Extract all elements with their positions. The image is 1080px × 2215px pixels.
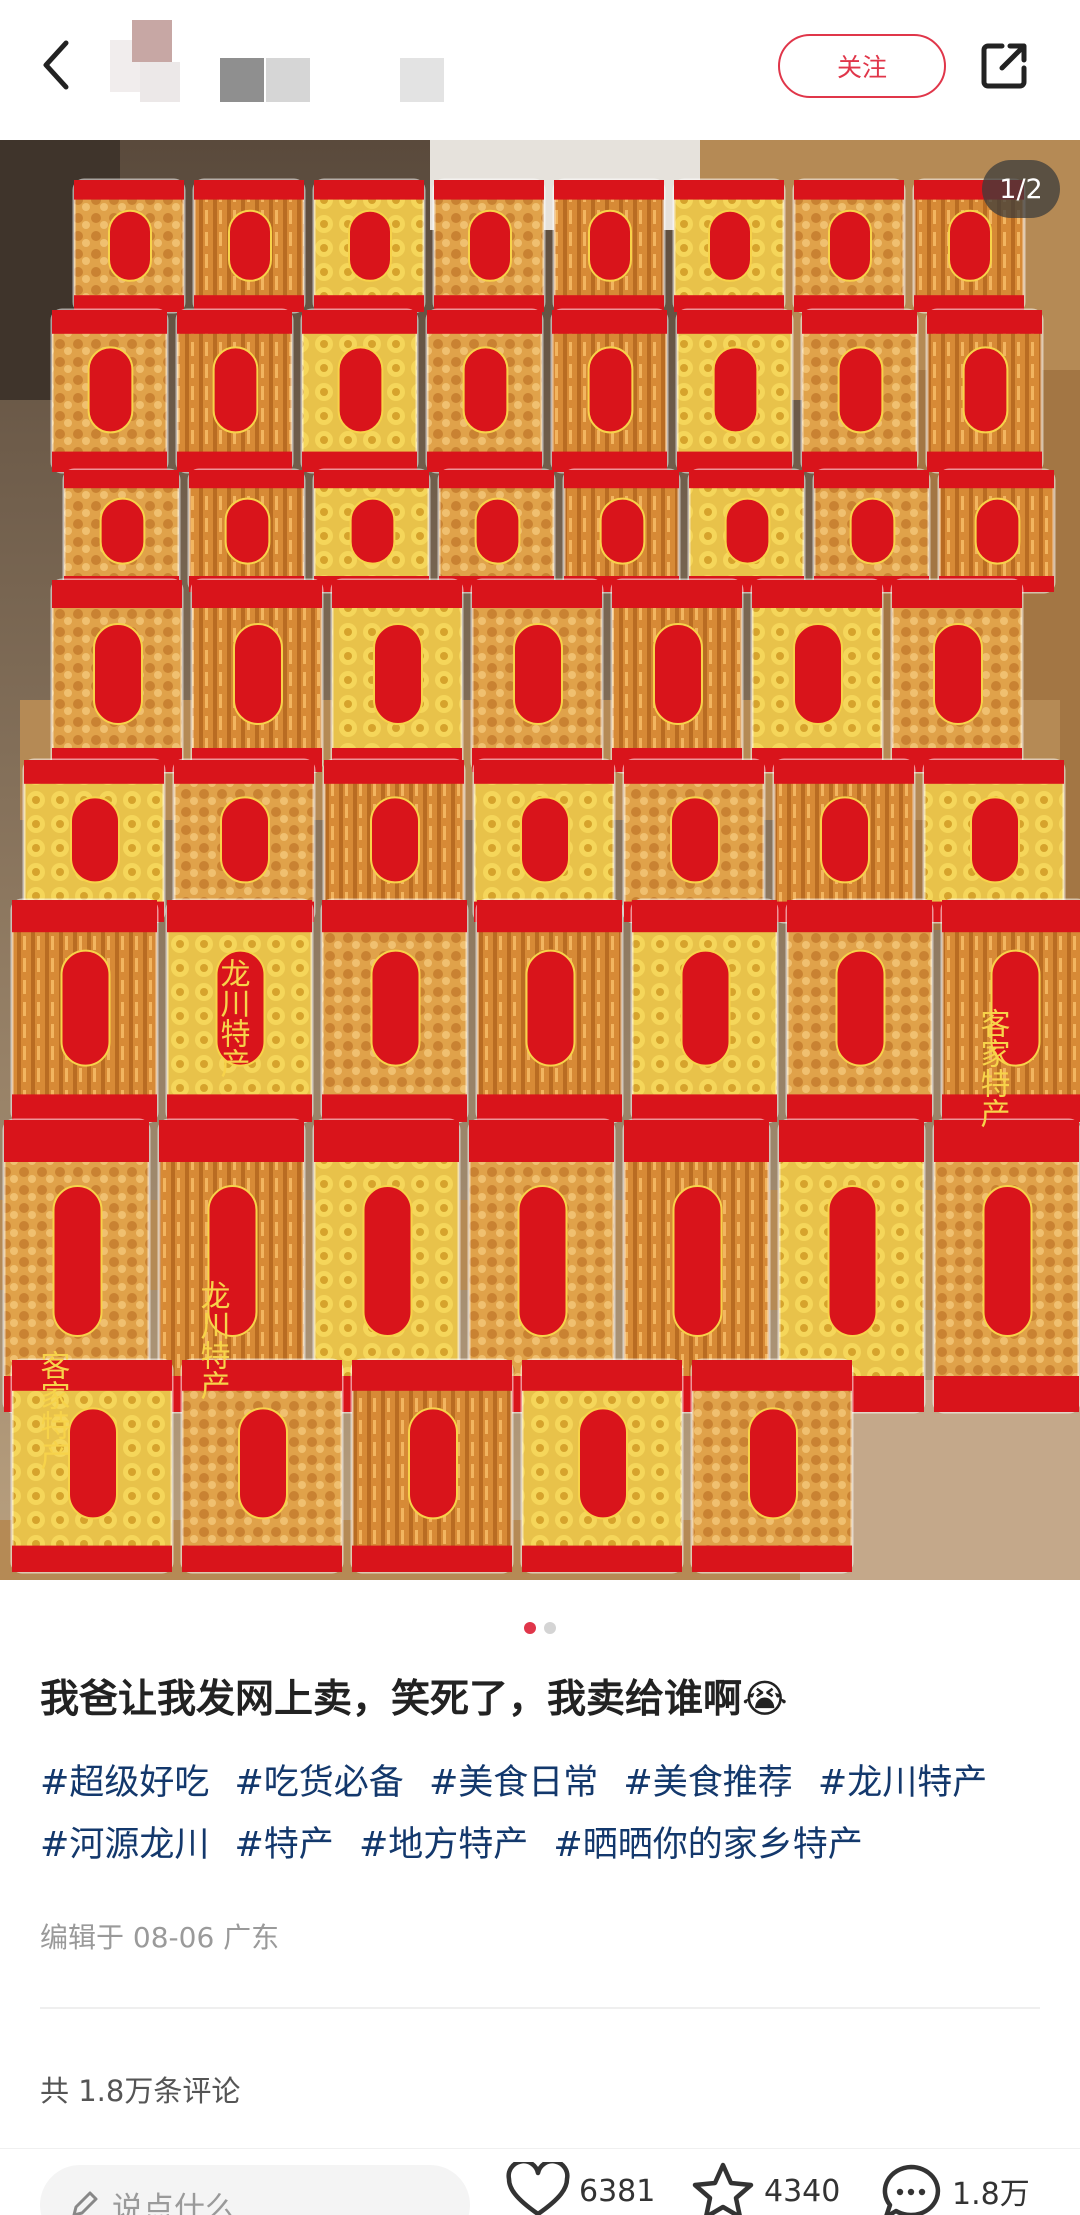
- snack-bag: [940, 898, 1080, 1124]
- snack-bag: [672, 178, 786, 314]
- snack-bag: [350, 1358, 514, 1574]
- tag-link[interactable]: #晒晒你的家乡特产: [553, 1825, 862, 1865]
- snack-bag: [772, 758, 916, 924]
- gallery-dot[interactable]: [544, 1622, 556, 1634]
- page-indicator: 1/2: [982, 160, 1060, 218]
- snack-bag: [675, 308, 794, 474]
- snack-bag: [50, 308, 169, 474]
- snack-bag: [562, 468, 681, 594]
- snack-bag: [925, 308, 1044, 474]
- author-info[interactable]: [110, 20, 460, 110]
- comment-bubble-icon: [882, 2164, 941, 2215]
- snack-bag: [312, 178, 426, 314]
- tag-link[interactable]: #吃货必备: [234, 1763, 403, 1803]
- comment-input[interactable]: 说点什么...: [40, 2165, 470, 2215]
- snack-bag: [320, 898, 469, 1124]
- like-button[interactable]: 6381: [505, 2161, 655, 2215]
- snack-bag: [187, 468, 306, 594]
- snack-bag: [812, 468, 931, 594]
- snack-bags-photo: 龙川特产客家特产龙川特产 客家特产: [0, 140, 1080, 1580]
- snack-bag: [800, 308, 919, 474]
- tag-link[interactable]: #超级好吃: [40, 1763, 209, 1803]
- snack-bag: [50, 578, 184, 774]
- author-name-blurred[interactable]: [220, 58, 480, 102]
- snack-bag: [622, 758, 766, 924]
- snack-bag: [550, 308, 669, 474]
- edit-info: 编辑于 08-06 广东: [40, 1921, 280, 1954]
- tag-link[interactable]: #河源龙川: [40, 1825, 209, 1865]
- tag-link[interactable]: #美食日常: [429, 1763, 598, 1803]
- snack-bag: [792, 178, 906, 314]
- snack-bag: [322, 758, 466, 924]
- snack-bag: [472, 758, 616, 924]
- snack-bag: [520, 1358, 684, 1574]
- post-title: 我爸让我发网上卖，笑死了，我卖给谁啊😭: [40, 1677, 788, 1722]
- snack-bag: [10, 898, 159, 1124]
- snack-bag: [690, 1358, 854, 1574]
- snack-bag: [22, 758, 166, 924]
- snack-bag: [190, 578, 324, 774]
- follow-button[interactable]: 关注: [778, 34, 946, 98]
- comment-button[interactable]: 1.8万: [878, 2161, 1030, 2215]
- bag-label-text: 龙川特产: [195, 1280, 231, 1400]
- snack-bag: [922, 758, 1066, 924]
- snack-bag: [937, 468, 1056, 594]
- collect-count: 4340: [764, 2173, 841, 2209]
- tag-link[interactable]: #地方特产: [359, 1825, 528, 1865]
- snack-bag: [890, 578, 1024, 774]
- pen-icon: [68, 2189, 100, 2215]
- tag-link[interactable]: #美食推荐: [623, 1763, 792, 1803]
- collect-button[interactable]: 4340: [690, 2161, 840, 2215]
- tag-link[interactable]: #特产: [234, 1825, 333, 1865]
- snack-bag: [610, 578, 744, 774]
- bag-label-text: 客家特产: [975, 1008, 1010, 1128]
- snack-bag: [687, 468, 806, 594]
- avatar[interactable]: [110, 20, 180, 110]
- gallery-dots: [0, 1622, 1080, 1642]
- back-arrow-icon: [43, 40, 69, 90]
- snack-bag: [475, 898, 624, 1124]
- snack-bag: [630, 898, 779, 1124]
- snack-bag: [330, 578, 464, 774]
- snack-bag: [192, 178, 306, 314]
- comment-count: 共 1.8万条评论: [40, 2074, 241, 2108]
- bag-label-text: 龙川特产: [215, 958, 251, 1078]
- back-button[interactable]: [30, 30, 80, 100]
- comment-count-short: 1.8万: [952, 2177, 1030, 2212]
- tag-link[interactable]: #龙川特产: [818, 1763, 987, 1803]
- gallery-dot-active[interactable]: [524, 1622, 536, 1634]
- snack-bag: [432, 178, 546, 314]
- snack-bag: [425, 308, 544, 474]
- snack-bag: [437, 468, 556, 594]
- snack-bag: [470, 578, 604, 774]
- snack-bag: [72, 178, 186, 314]
- share-icon: [981, 43, 1027, 89]
- comment-input-placeholder: 说点什么...: [112, 2190, 266, 2215]
- snack-bag: [312, 468, 431, 594]
- snack-bag: [552, 178, 666, 314]
- bottom-bar: 说点什么... 6381 4340 1.8万: [0, 2148, 1080, 2215]
- post-photo[interactable]: 龙川特产 客家特产 龙川特产 客家特产 1/2: [0, 140, 1080, 1580]
- snack-bag: [785, 898, 934, 1124]
- divider: [40, 2007, 1040, 2009]
- heart-icon: [506, 2162, 570, 2215]
- snack-bag: [932, 1118, 1080, 1414]
- like-count: 6381: [579, 2173, 656, 2209]
- snack-bag: [172, 758, 316, 924]
- snack-bag: [300, 308, 419, 474]
- snack-bag: [750, 578, 884, 774]
- star-icon: [692, 2162, 754, 2215]
- snack-bag: [62, 468, 181, 594]
- top-bar: 关注: [0, 0, 1080, 140]
- tag-list: #超级好吃 #吃货必备 #美食日常 #美食推荐 #龙川特产 #河源龙川 #特产 …: [40, 1752, 1050, 1876]
- bag-label-text: 客家特产: [35, 1350, 70, 1470]
- share-button[interactable]: [974, 36, 1034, 96]
- snack-bag: [175, 308, 294, 474]
